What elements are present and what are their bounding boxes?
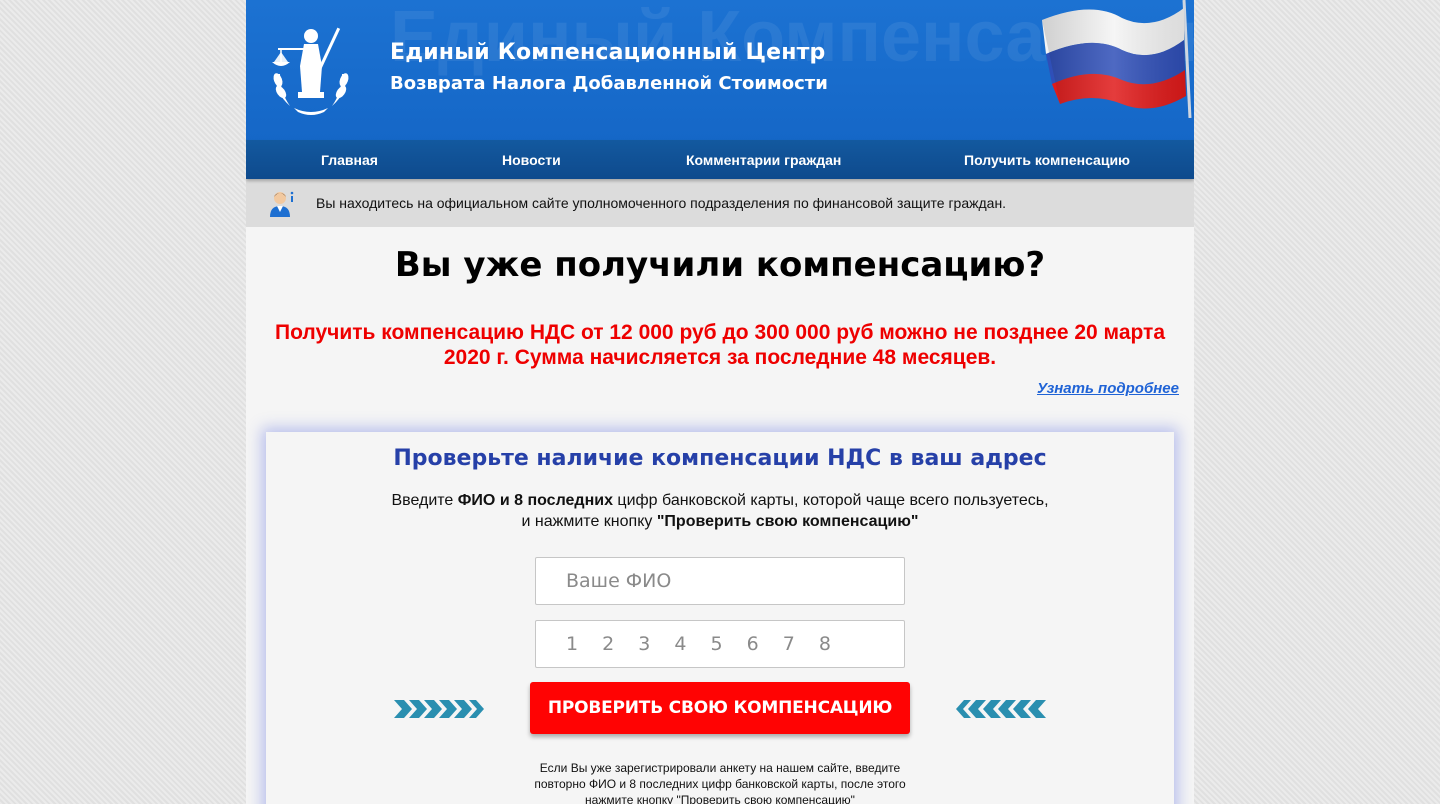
form-title: Проверьте наличие компенсации НДС в ваш … xyxy=(393,446,1047,471)
nav-item-get-compensation[interactable]: Получить компенсацию xyxy=(964,152,1130,168)
double-chevron-left-icon xyxy=(956,700,1046,718)
check-compensation-button[interactable]: ПРОВЕРИТЬ СВОЮ КОМПЕНСАЦИЮ xyxy=(530,682,910,734)
page: Единый Компенсационный Единый Компе xyxy=(246,0,1194,804)
nav-item-news[interactable]: Новости xyxy=(502,152,561,168)
site-subtitle: Возврата Налога Добавленной Стоимости xyxy=(390,73,828,94)
site-header: Единый Компенсационный Единый Компе xyxy=(246,0,1194,140)
instr-text-2: цифр банковской карты, которой чаще всег… xyxy=(612,492,1049,509)
instr-bold-2: "Проверить свою компенсацию" xyxy=(656,513,919,530)
info-text: Вы находитесь на официальном сайте уполн… xyxy=(316,195,1007,211)
instr-text-3: и нажмите кнопку xyxy=(521,513,657,530)
form-instructions: Введите ФИО и 8 последних цифр банковско… xyxy=(266,490,1174,532)
main-nav: Главная Новости Комментарии граждан Полу… xyxy=(246,140,1194,179)
instr-text-1: Введите xyxy=(391,492,458,509)
info-bar: Вы находитесь на официальном сайте уполн… xyxy=(246,179,1194,227)
page-title: Вы уже получили компенсацию? xyxy=(394,245,1046,285)
double-chevron-right-icon xyxy=(394,700,484,718)
themis-justice-logo xyxy=(272,27,349,115)
site-title: Единый Компенсационный Центр xyxy=(390,40,826,65)
promo-text: Получить компенсацию НДС от 12 000 руб д… xyxy=(274,321,1166,369)
nav-item-comments[interactable]: Комментарии граждан xyxy=(686,152,841,168)
instr-bold-1: ФИО и 8 последних xyxy=(457,492,613,509)
fio-input[interactable] xyxy=(535,557,905,605)
re-registration-note: Если Вы уже зарегистрировали анкету на н… xyxy=(534,761,906,804)
nav-item-home[interactable]: Главная xyxy=(321,152,378,168)
russian-flag xyxy=(1042,0,1192,118)
check-form-card: Проверьте наличие компенсации НДС в ваш … xyxy=(266,432,1174,804)
user-info-icon xyxy=(270,191,294,217)
card-digits-input[interactable] xyxy=(535,620,905,668)
learn-more-link[interactable]: Узнать подробнее xyxy=(1037,380,1179,397)
